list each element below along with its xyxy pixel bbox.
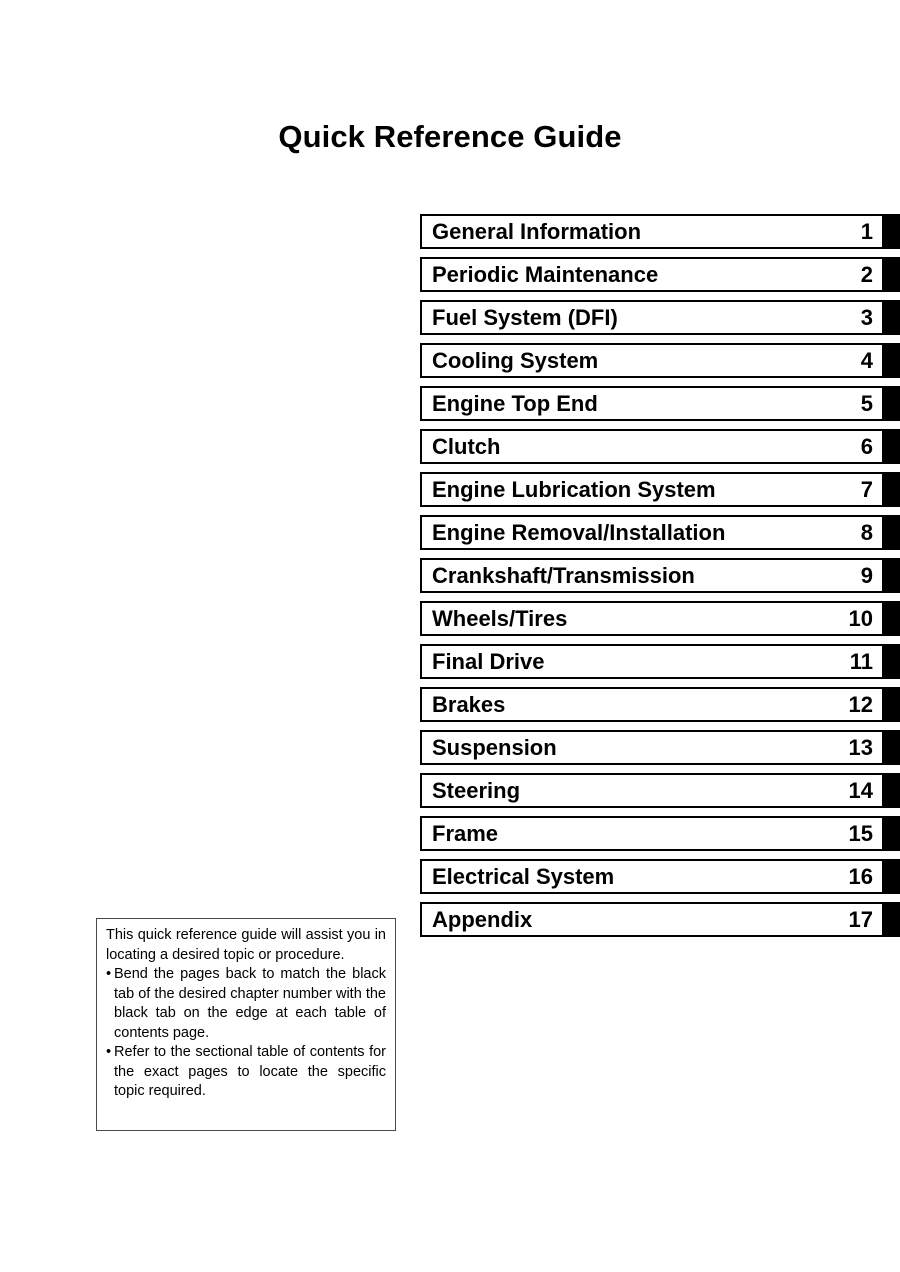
chapter-black-tab (884, 859, 900, 894)
chapter-box[interactable]: General Information 1 (420, 214, 884, 249)
chapter-row[interactable]: Electrical System 16 (420, 859, 900, 894)
chapter-number: 10 (848, 605, 873, 631)
chapter-black-tab (884, 515, 900, 550)
chapter-box[interactable]: Wheels/Tires 10 (420, 601, 884, 636)
chapter-black-tab (884, 601, 900, 636)
chapter-black-tab (884, 730, 900, 765)
chapter-row[interactable]: Engine Removal/Installation 8 (420, 515, 900, 550)
chapter-number: 9 (860, 562, 873, 588)
chapter-box[interactable]: Steering 14 (420, 773, 884, 808)
chapter-box[interactable]: Appendix 17 (420, 902, 884, 937)
chapter-number: 8 (860, 519, 873, 545)
chapter-number: 6 (860, 433, 873, 459)
note-bullet-text: Bend the pages back to match the black t… (114, 966, 386, 1041)
chapter-box[interactable]: Engine Top End 5 (420, 386, 884, 421)
chapter-number: 11 (849, 648, 873, 674)
chapter-row[interactable]: Periodic Maintenance 2 (420, 257, 900, 292)
note-bullet-text: Refer to the sectional table of contents… (114, 1044, 386, 1099)
chapter-title: Clutch (432, 433, 501, 459)
chapter-title: Fuel System (DFI) (432, 304, 618, 330)
chapter-title: Cooling System (432, 347, 599, 373)
chapter-title: General Information (432, 218, 642, 244)
chapter-black-tab (884, 386, 900, 421)
chapter-number: 12 (848, 691, 873, 717)
chapter-title: Appendix (432, 906, 533, 932)
chapter-number: 3 (860, 304, 873, 330)
chapter-number: 4 (860, 347, 873, 373)
chapter-title: Frame (432, 820, 499, 846)
chapter-box[interactable]: Frame 15 (420, 816, 884, 851)
chapter-black-tab (884, 429, 900, 464)
chapter-black-tab (884, 343, 900, 378)
bullet-icon: • (106, 966, 112, 982)
note-bullet-item: • Refer to the sectional table of content… (106, 1043, 386, 1102)
chapter-number: 7 (860, 476, 873, 502)
note-bullet-item: • Bend the pages back to match the black … (106, 965, 386, 1043)
chapter-number: 15 (848, 820, 873, 846)
chapter-box[interactable]: Brakes 12 (420, 687, 884, 722)
note-intro-text: This quick reference guide will assist y… (106, 927, 386, 963)
chapter-row[interactable]: Crankshaft/Transmission 9 (420, 558, 900, 593)
chapter-row[interactable]: Engine Lubrication System 7 (420, 472, 900, 507)
chapter-row[interactable]: Steering 14 (420, 773, 900, 808)
chapter-black-tab (884, 902, 900, 937)
chapter-row[interactable]: Cooling System 4 (420, 343, 900, 378)
chapter-row[interactable]: Appendix 17 (420, 902, 900, 937)
chapter-index-list: General Information 1 Periodic Maintenance… (420, 214, 900, 945)
chapter-title: Brakes (432, 691, 506, 717)
bullet-icon: • (106, 1044, 112, 1060)
chapter-black-tab (884, 773, 900, 808)
chapter-box[interactable]: Suspension 13 (420, 730, 884, 765)
chapter-number: 14 (848, 777, 873, 803)
chapter-box[interactable]: Engine Removal/Installation 8 (420, 515, 884, 550)
chapter-row[interactable]: Wheels/Tires 10 (420, 601, 900, 636)
chapter-black-tab (884, 300, 900, 335)
quick-reference-note-box: This quick reference guide will assist y… (96, 918, 396, 1131)
chapter-number: 1 (860, 218, 873, 244)
chapter-box[interactable]: Cooling System 4 (420, 343, 884, 378)
chapter-row[interactable]: Clutch 6 (420, 429, 900, 464)
chapter-box[interactable]: Crankshaft/Transmission 9 (420, 558, 884, 593)
chapter-title: Steering (432, 777, 521, 803)
chapter-title: Periodic Maintenance (432, 261, 659, 287)
chapter-number: 2 (860, 261, 873, 287)
chapter-row[interactable]: Final Drive 11 (420, 644, 900, 679)
chapter-number: 17 (848, 906, 873, 932)
chapter-black-tab (884, 687, 900, 722)
chapter-title: Final Drive (432, 648, 545, 674)
chapter-row[interactable]: Frame 15 (420, 816, 900, 851)
chapter-title: Crankshaft/Transmission (432, 562, 695, 588)
chapter-number: 13 (848, 734, 873, 760)
chapter-title: Suspension (432, 734, 557, 760)
chapter-number: 5 (860, 390, 873, 416)
chapter-black-tab (884, 644, 900, 679)
chapter-title: Engine Top End (432, 390, 598, 416)
chapter-title: Wheels/Tires (432, 605, 568, 631)
chapter-black-tab (884, 558, 900, 593)
chapter-box[interactable]: Clutch 6 (420, 429, 884, 464)
chapter-row[interactable]: Suspension 13 (420, 730, 900, 765)
chapter-black-tab (884, 472, 900, 507)
chapter-box[interactable]: Fuel System (DFI) 3 (420, 300, 884, 335)
chapter-box[interactable]: Final Drive 11 (420, 644, 884, 679)
chapter-box[interactable]: Periodic Maintenance 2 (420, 257, 884, 292)
chapter-title: Engine Lubrication System (432, 476, 716, 502)
chapter-row[interactable]: Brakes 12 (420, 687, 900, 722)
chapter-box[interactable]: Engine Lubrication System 7 (420, 472, 884, 507)
chapter-box[interactable]: Electrical System 16 (420, 859, 884, 894)
chapter-row[interactable]: Fuel System (DFI) 3 (420, 300, 900, 335)
chapter-row[interactable]: General Information 1 (420, 214, 900, 249)
chapter-title: Electrical System (432, 863, 615, 889)
chapter-title: Engine Removal/Installation (432, 519, 726, 545)
chapter-row[interactable]: Engine Top End 5 (420, 386, 900, 421)
page-title: Quick Reference Guide (278, 118, 622, 154)
chapter-number: 16 (848, 863, 873, 889)
chapter-black-tab (884, 816, 900, 851)
chapter-black-tab (884, 257, 900, 292)
note-bullet-list: • Bend the pages back to match the black … (106, 965, 386, 1102)
chapter-black-tab (884, 214, 900, 249)
